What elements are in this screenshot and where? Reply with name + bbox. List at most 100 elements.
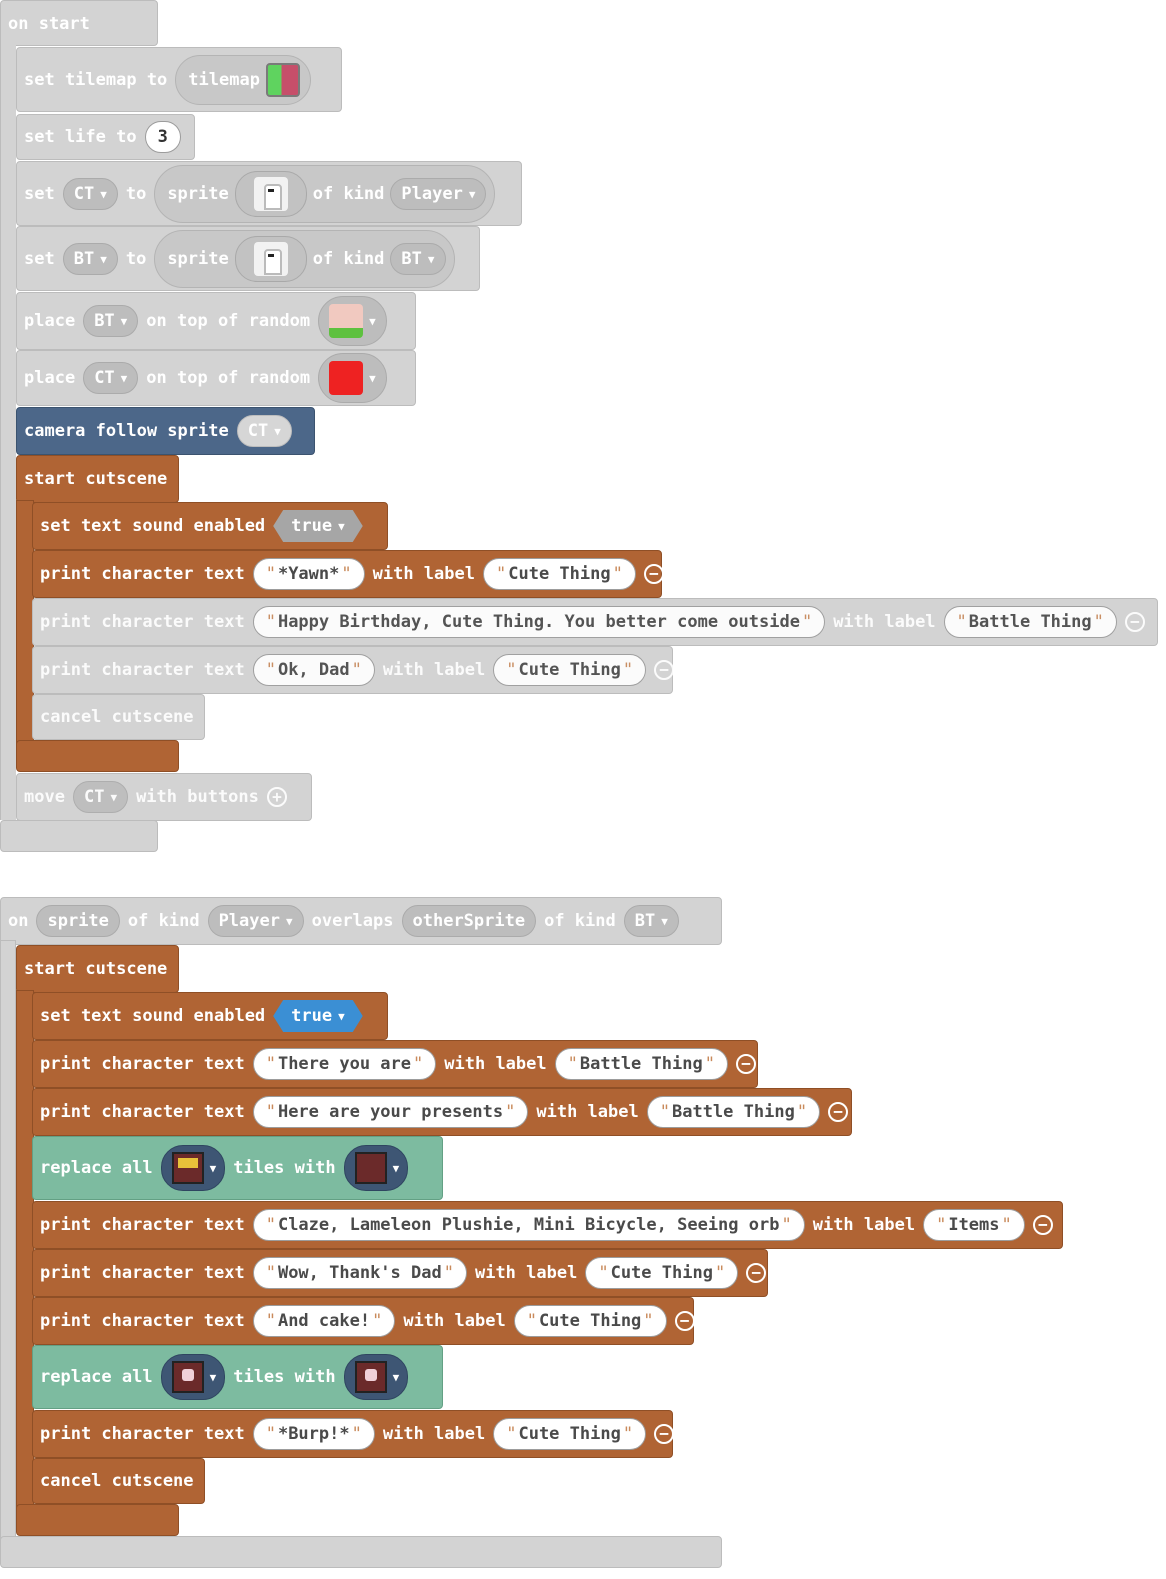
print-character-text-label: print character text <box>40 564 245 584</box>
speaker-input[interactable]: Battle Thing <box>943 606 1117 638</box>
print-text-row: print character text There you are with … <box>40 1044 756 1084</box>
to-tile-dropdown[interactable]: ▼ <box>343 1145 409 1191</box>
print-text-input[interactable]: *Yawn* <box>252 558 365 590</box>
camera-ct-dropdown[interactable]: CT ▼ <box>236 415 292 447</box>
chevron-down-icon: ▼ <box>661 914 668 928</box>
start-cutscene-label: start cutscene <box>24 469 168 489</box>
kind-bt-dropdown[interactable]: BT ▼ <box>623 905 679 937</box>
ct-variable-dropdown[interactable]: CT ▼ <box>62 178 118 210</box>
set-tilemap-label: set tilemap to <box>24 70 168 90</box>
cancel-cutscene-row: cancel cutscene <box>40 1461 194 1501</box>
set-ct-set-label: set <box>24 184 55 204</box>
speaker-input[interactable]: Cute Thing <box>513 1305 667 1337</box>
to-tile-dropdown[interactable]: ▼ <box>343 1354 409 1400</box>
speaker-input[interactable]: Items <box>923 1209 1025 1241</box>
create-sprite-bt-pill[interactable]: sprite of kind BT ▼ <box>154 230 455 288</box>
print-character-text-label: print character text <box>40 1311 245 1331</box>
chevron-down-icon: ▼ <box>427 252 435 266</box>
bt-variable-dropdown[interactable]: BT ▼ <box>62 243 118 275</box>
set-ct-row: set CT ▼ to sprite of kind Player ▼ <box>24 165 496 223</box>
sound-bool-text: true <box>291 1006 333 1026</box>
tilemap-thumbnail[interactable] <box>265 63 300 97</box>
kind-player-text: Player <box>218 911 280 931</box>
speaker-input[interactable]: Cute Thing <box>493 1418 647 1450</box>
speaker-input[interactable]: Battle Thing <box>554 1048 728 1080</box>
place-label: place <box>24 368 76 388</box>
minus-icon[interactable]: − <box>654 660 675 680</box>
kind-bt-dropdown[interactable]: BT ▼ <box>390 243 446 275</box>
camera-ct-text: CT <box>247 421 269 441</box>
start-cutscene-row: start cutscene <box>24 459 167 499</box>
move-label: move <box>24 787 65 807</box>
ct-var-text: CT <box>73 184 95 204</box>
minus-icon[interactable]: − <box>654 1424 675 1444</box>
place-ct-row: place CT ▼ on top of random ▼ <box>24 353 387 403</box>
create-sprite-ct-pill[interactable]: sprite of kind Player ▼ <box>154 165 496 223</box>
sound-bool-dropdown[interactable]: true ▼ <box>273 510 363 542</box>
place-ct-var-dropdown[interactable]: CT ▼ <box>83 362 139 394</box>
print-text-input[interactable]: *Burp!* <box>252 1418 375 1450</box>
camera-follow-row: camera follow sprite CT ▼ <box>24 411 292 451</box>
bt-sprite-image-well[interactable] <box>234 236 307 282</box>
speaker-input[interactable]: Cute Thing <box>493 654 647 686</box>
print-text-input[interactable]: There you are <box>252 1048 437 1080</box>
chevron-down-icon: ▼ <box>369 371 376 385</box>
from-tile-dropdown[interactable]: ▼ <box>160 1354 226 1400</box>
print-text-input[interactable]: Claze, Lameleon Plushie, Mini Bicycle, S… <box>252 1209 805 1241</box>
print-text-input[interactable]: Ok, Dad <box>252 654 375 686</box>
chevron-down-icon: ▼ <box>338 519 345 533</box>
life-value-input[interactable]: 3 <box>144 121 181 153</box>
kind-player-dropdown[interactable]: Player ▼ <box>390 178 487 210</box>
set-text-sound-row: set text sound enabled true ▼ <box>40 996 363 1036</box>
speaker-input[interactable]: Cute Thing <box>585 1257 739 1289</box>
print-character-text-label: print character text <box>40 1424 245 1444</box>
minus-icon[interactable]: − <box>746 1263 767 1283</box>
move-ct-dropdown[interactable]: CT ▼ <box>72 781 129 813</box>
print-text-input[interactable]: And cake! <box>252 1305 396 1337</box>
speaker-input[interactable]: Battle Thing <box>646 1096 821 1128</box>
kind-bt-text: BT <box>634 911 656 931</box>
sound-bool-text: true <box>291 516 333 536</box>
with-label-label: with label <box>474 1263 578 1283</box>
plate-tile-image <box>354 1361 387 1393</box>
sprite-param-pill[interactable]: sprite <box>36 905 120 937</box>
replace-all-label: replace all <box>40 1158 153 1178</box>
place-bt-var-text: BT <box>94 311 115 331</box>
minus-icon[interactable]: − <box>674 1311 695 1331</box>
print-text-row-3: print character text Ok, Dad with label … <box>40 650 675 690</box>
plus-icon[interactable]: + <box>266 787 287 807</box>
with-label-label: with label <box>444 1054 547 1074</box>
set-life-row: set life to 3 <box>24 117 181 157</box>
on-start-footer <box>0 820 158 852</box>
place-bt-var-dropdown[interactable]: BT ▼ <box>83 305 139 337</box>
speaker-input[interactable]: Cute Thing <box>482 558 636 590</box>
on-start-body-rail <box>0 40 16 820</box>
on-start-label: on start <box>8 14 90 34</box>
place-ct-tile-dropdown[interactable]: ▼ <box>318 353 387 403</box>
cancel-cutscene-label: cancel cutscene <box>40 707 194 727</box>
chevron-down-icon: ▼ <box>468 187 476 201</box>
minus-icon[interactable]: − <box>1032 1215 1053 1235</box>
on-label: on <box>8 911 29 931</box>
from-tile-dropdown[interactable]: ▼ <box>160 1145 226 1191</box>
minus-icon[interactable]: − <box>828 1102 849 1122</box>
with-label-label: with label <box>812 1215 916 1235</box>
place-bt-tile-dropdown[interactable]: ▼ <box>318 296 387 346</box>
sound-bool-dropdown[interactable]: true ▼ <box>273 1000 363 1032</box>
kind-player-dropdown[interactable]: Player ▼ <box>207 905 304 937</box>
print-text-row: print character text Claze, Lameleon Plu… <box>40 1205 1053 1245</box>
tilemap-pill[interactable]: tilemap <box>175 55 311 105</box>
minus-icon[interactable]: − <box>735 1054 756 1074</box>
minus-icon[interactable]: − <box>643 564 664 584</box>
with-label-label: with label <box>372 564 475 584</box>
print-text-input[interactable]: Happy Birthday, Cute Thing. You better c… <box>252 606 826 638</box>
print-character-text-label: print character text <box>40 1102 245 1122</box>
other-sprite-param-pill[interactable]: otherSprite <box>401 905 537 937</box>
minus-icon[interactable]: − <box>1124 612 1145 632</box>
print-character-text-label: print character text <box>40 660 245 680</box>
print-text-input[interactable]: Wow, Thank's Dad <box>252 1257 467 1289</box>
print-text-row: print character text Here are your prese… <box>40 1092 849 1132</box>
ct-sprite-image-well[interactable] <box>234 171 307 217</box>
set-bt-to-label: to <box>125 249 147 269</box>
print-text-input[interactable]: Here are your presents <box>252 1096 529 1128</box>
